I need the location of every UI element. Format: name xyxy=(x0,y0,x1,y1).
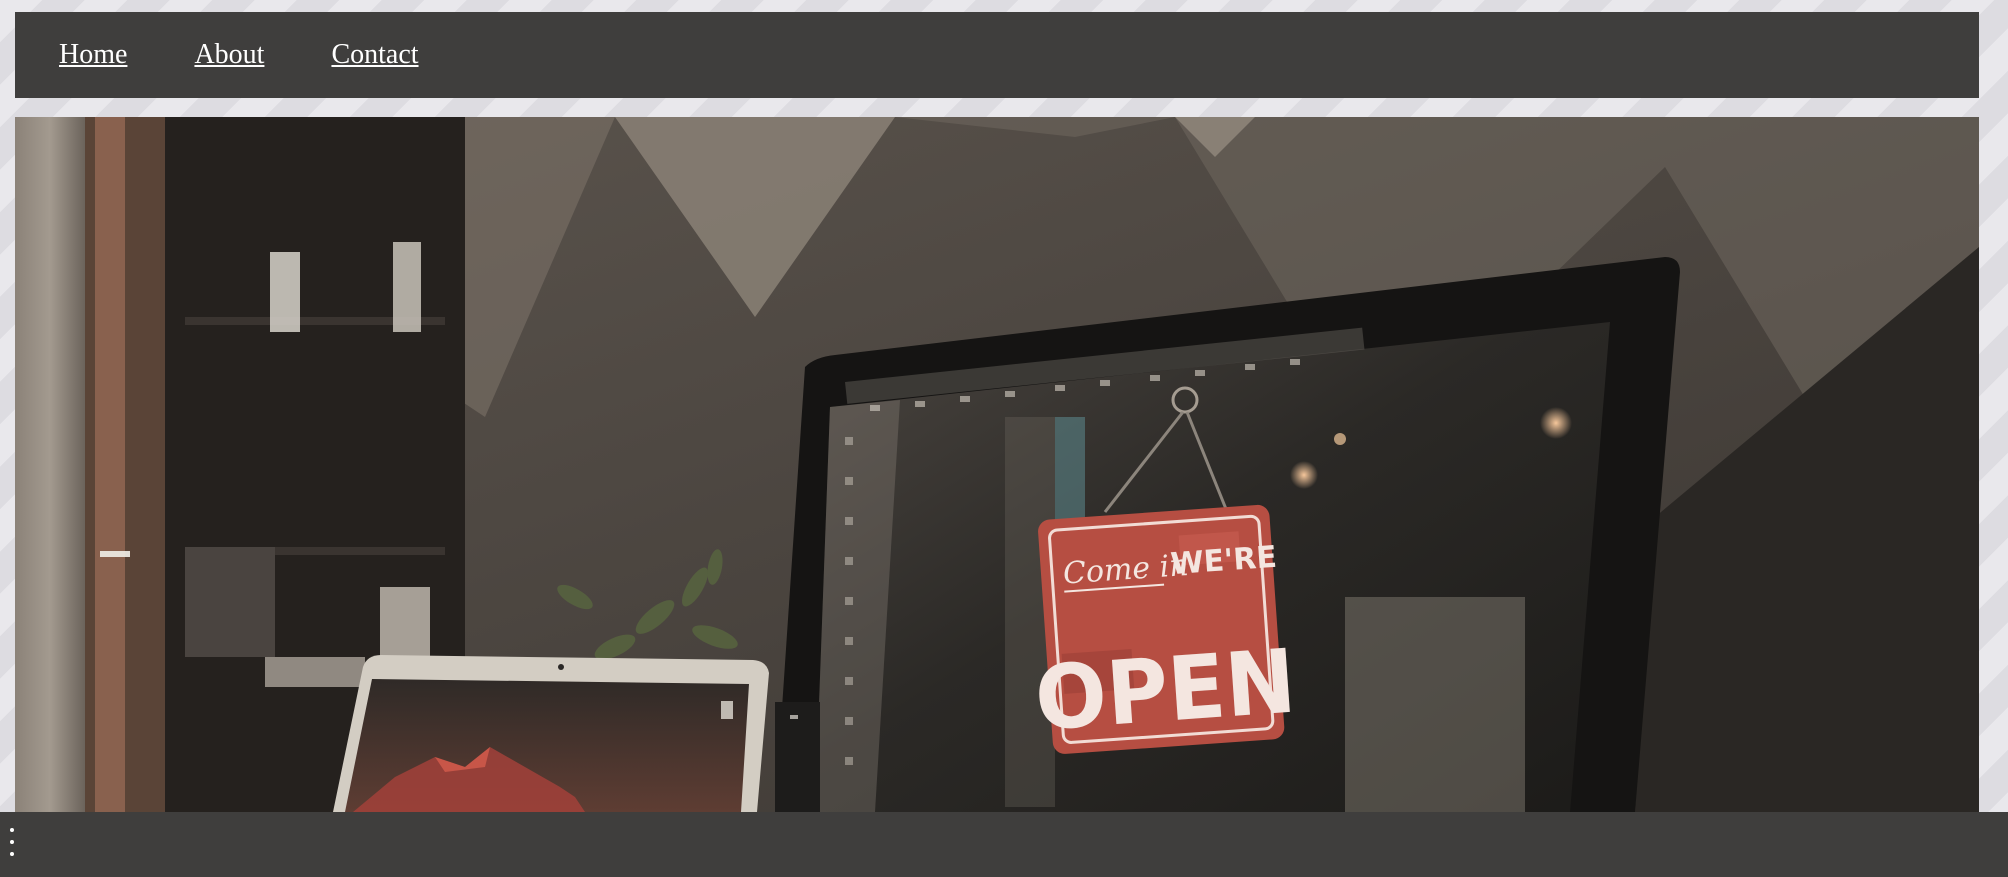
nav-link-home[interactable]: Home xyxy=(59,39,127,71)
kebab-menu-icon[interactable] xyxy=(6,828,18,864)
bottom-bar xyxy=(0,812,2008,877)
sign-open-text: OPEN xyxy=(1032,631,1299,751)
sign-were-text: WE'RE xyxy=(1169,540,1278,582)
nav-link-about[interactable]: About xyxy=(194,39,264,71)
nav-link-contact[interactable]: Contact xyxy=(331,39,418,71)
hero-image: Come in WE'RE OPEN xyxy=(15,117,1979,812)
open-sign: Come in WE'RE OPEN xyxy=(1032,504,1299,754)
top-navbar: Home About Contact xyxy=(15,12,1979,98)
hero-photo-illustration: Come in WE'RE OPEN xyxy=(15,117,1979,812)
